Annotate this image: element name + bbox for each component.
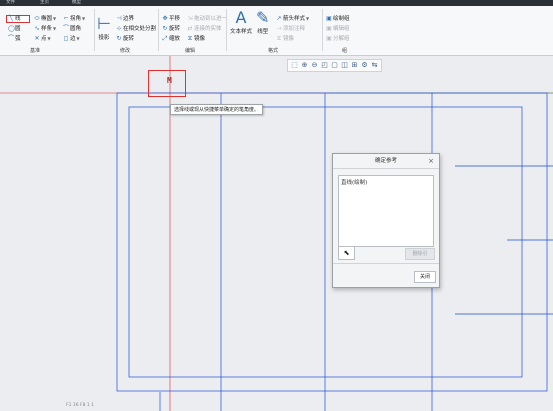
corner-tool[interactable]: ⌐ 拐角 ▼ [63,15,85,23]
references-list[interactable]: 直线(绘制) [338,175,434,247]
mirror-format-tool[interactable]: ⧖ 镜像 [276,35,294,43]
zoom-in-icon[interactable]: ⊕ [300,61,309,70]
arrow-style-tool[interactable]: ↗ 箭头样式 ▼ [276,15,309,23]
mirror-tool[interactable]: ⧖ 镜像 [187,35,205,43]
linetype-tool[interactable]: ✎ 线型 [256,8,270,36]
annotation-display-icon[interactable]: ⊞ [350,61,359,70]
point-tool[interactable]: ✕ 点 ▼ [34,35,50,43]
point-icon: ✕ [34,35,40,42]
add-annotation-tool[interactable]: ⇢ 添加注释 [276,25,305,33]
connected-entity-tool[interactable]: ⇄ 连接的实体 [187,25,221,33]
fillet-tool[interactable]: ⌒ 圆角 [63,25,81,33]
cursor-marker: M [167,76,172,85]
edit-group-tool[interactable]: ▣ 编辑组 [326,25,349,33]
references-dialog: 确定参考 × 直线(绘制) ⬉ 删除引 关闭 [332,153,440,288]
circle-icon: ◯ [8,25,15,32]
group-label-group: 组 [342,48,348,54]
group-icon: ▣ [326,15,332,22]
drag-icon: ⇲ [187,15,193,22]
datum-display-icon[interactable]: ◫ [340,61,349,70]
group-label-datum: 基准 [30,48,41,54]
project-icon: ⊢ [97,14,111,33]
group-label-format: 格式 [268,48,279,54]
close-button[interactable]: 关闭 [414,271,436,283]
tooltip: 选择线或现从快捷菜单确定的笔角度。 [170,104,264,115]
rotate-tool[interactable]: ↻ 旋转 [162,25,180,33]
divide-tool[interactable]: ⊹ 在相交处分割 [116,25,156,33]
delete-button[interactable]: 删除引 [405,248,435,260]
separator [94,9,95,51]
ribbon: ╲ 线 ◯ 圆 ⌒ 弧 ⬭ 椭圆 ▼ ∿ 样条 ▼ ✕ 点 ▼ ⌐ 拐角 ▼ ⌒ 圆角 ◻ 边 ▼ 基准 ⊢… [0,6,553,56]
fillet-icon: ⌒ [63,25,70,32]
divide-icon: ⊹ [116,25,122,32]
group-label-modify: 修改 [120,48,131,54]
drag-entity-tool[interactable]: ⇲ 拖动到以进一 [187,15,227,23]
status-text: F1 16 F8 1 1 [66,403,95,408]
zoom-out-icon[interactable]: ⊖ [310,61,319,70]
separator [226,9,227,51]
close-icon[interactable]: × [428,154,434,168]
rotate-icon: ↻ [162,25,168,32]
boundary-tool[interactable]: ⊣ 边界 [116,15,134,23]
divider [333,263,439,264]
arc-icon: ⌒ [8,35,15,42]
mirror-icon: ⧖ [276,35,282,42]
arc-tool[interactable]: ⌒ 弧 [8,35,21,43]
project-tool[interactable]: ⊢ 投影 [97,14,111,42]
spline-icon: ∿ [34,25,40,32]
annotation-icon: ⇢ [276,25,282,32]
list-item[interactable]: 直线(绘制) [341,178,367,186]
rotate-icon: ↻ [116,35,122,42]
select-cursor-icon[interactable]: ⬉ [338,246,355,260]
boundary-icon: ⊣ [116,15,122,22]
sketch-settings-icon[interactable]: ⚙ [360,61,369,70]
ellipse-tool[interactable]: ⬭ 椭圆 ▼ [34,15,56,23]
translate-icon: ✥ [162,15,168,22]
inner-border [128,106,523,378]
group-label-edit: 编辑 [185,48,196,54]
sketch-canvas[interactable] [0,56,553,411]
view-toolbar: ⬚ ⊕ ⊖ ◰ ▢ ◫ ⊞ ⚙ ⇆ [287,59,382,72]
constraint-display-icon[interactable]: ⇆ [370,61,379,70]
explode-group-tool[interactable]: ▣ 分解组 [326,35,349,43]
display-style-icon[interactable]: ▢ [330,61,339,70]
separator [322,9,323,51]
circle-tool[interactable]: ◯ 圆 [8,25,21,33]
repaint-icon[interactable]: ◰ [320,61,329,70]
explode-group-icon: ▣ [326,35,332,42]
line-icon: ╲ [9,15,13,22]
corner-icon: ⌐ [63,15,69,22]
edit-group-icon: ▣ [326,25,332,32]
linetype-icon: ✎ [256,8,270,27]
mirror-icon: ⧖ [187,35,193,42]
text-style-icon: A [235,8,247,27]
line-tool[interactable]: ╲ 线 [8,15,20,23]
rotate-modify-tool[interactable]: ↻ 旋转 [116,35,134,43]
scale-tool[interactable]: ⤢ 缩放 [162,35,180,43]
arrow-style-icon: ↗ [276,15,282,22]
edge-tool[interactable]: ◻ 边 ▼ [63,35,80,43]
translate-tool[interactable]: ✥ 平移 [162,15,180,23]
ellipse-icon: ⬭ [34,15,40,22]
scale-icon: ⤢ [162,35,168,42]
dialog-title: 确定参考 [333,154,439,169]
separator [158,9,159,51]
text-style-tool[interactable]: A 文本样式 [230,8,252,36]
draw-group-tool[interactable]: ▣ 绘制组 [326,15,349,23]
refit-icon[interactable]: ⬚ [290,61,299,70]
connect-icon: ⇄ [187,25,193,32]
spline-tool[interactable]: ∿ 样条 ▼ [34,25,56,33]
edge-icon: ◻ [63,35,69,42]
